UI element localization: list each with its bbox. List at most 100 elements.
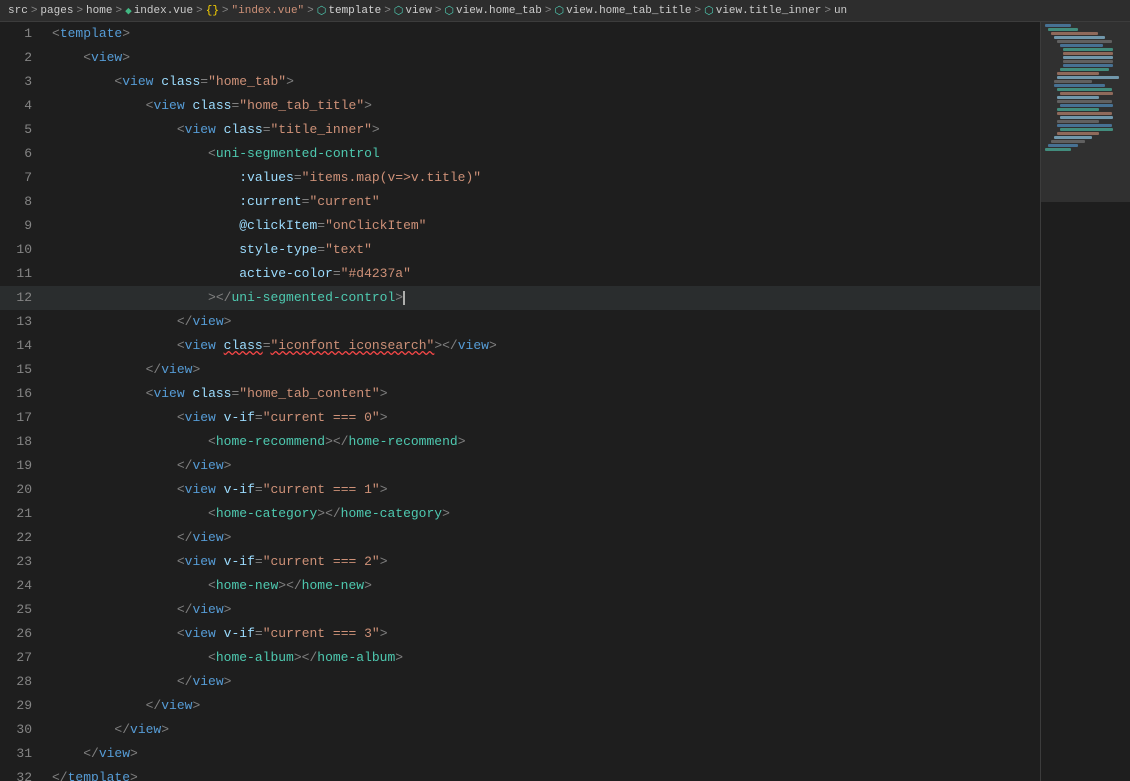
line-number: 26 xyxy=(0,622,48,646)
line-content: <home-album></home-album> xyxy=(48,646,1040,670)
token: "home_tab_title" xyxy=(239,98,364,113)
bc-pages[interactable]: pages xyxy=(40,5,73,17)
token: @clickItem xyxy=(239,218,317,233)
line-number: 21 xyxy=(0,502,48,526)
bc-home[interactable]: home xyxy=(86,5,112,17)
bc-view1[interactable]: view xyxy=(405,5,431,17)
minimap-line xyxy=(1063,60,1113,63)
token: </ xyxy=(177,530,193,545)
token: < xyxy=(177,626,185,641)
line-content: </view> xyxy=(48,358,1040,382)
token: :current xyxy=(239,194,301,209)
token: ></ xyxy=(325,434,348,449)
code-line-28: 28 </view> xyxy=(0,670,1040,694)
code-line-31: 31 </view> xyxy=(0,742,1040,766)
line-content: <view v-if="current === 3"> xyxy=(48,622,1040,646)
token: view xyxy=(192,674,223,689)
token: view xyxy=(161,362,192,377)
token: > xyxy=(224,458,232,473)
minimap-line xyxy=(1060,116,1113,119)
bc-index-vue[interactable]: index.vue xyxy=(134,5,193,17)
token: = xyxy=(255,410,263,425)
minimap-line xyxy=(1051,140,1085,143)
token: class xyxy=(192,98,231,113)
line-number: 29 xyxy=(0,694,48,718)
minimap-line xyxy=(1057,76,1119,79)
token: > xyxy=(458,434,466,449)
line-content: </view> xyxy=(48,694,1040,718)
token: "current === 3" xyxy=(263,626,380,641)
token: > xyxy=(192,362,200,377)
bc-view-home-tab[interactable]: view.home_tab xyxy=(456,5,542,17)
minimap-line xyxy=(1054,136,1092,139)
token: view xyxy=(185,626,216,641)
code-line-11: 11 active-color="#d4237a" xyxy=(0,262,1040,286)
token: home-new xyxy=(302,578,364,593)
line-content: active-color="#d4237a" xyxy=(48,262,1040,286)
token xyxy=(216,410,224,425)
code-line-21: 21 <home-category></home-category> xyxy=(0,502,1040,526)
minimap-line xyxy=(1057,72,1099,75)
token: view xyxy=(161,698,192,713)
bc-view-home-tab-title[interactable]: view.home_tab_title xyxy=(566,5,691,17)
line-content: </view> xyxy=(48,454,1040,478)
line-content: </view> xyxy=(48,742,1040,766)
token: ></ xyxy=(294,650,317,665)
bc-un[interactable]: un xyxy=(834,5,847,17)
token: = xyxy=(263,338,271,353)
token: > xyxy=(122,26,130,41)
line-number: 2 xyxy=(0,46,48,70)
minimap-line xyxy=(1057,112,1112,115)
line-content: <home-category></home-category> xyxy=(48,502,1040,526)
token xyxy=(216,482,224,497)
token: > xyxy=(364,98,372,113)
line-content: :current="current" xyxy=(48,190,1040,214)
line-number: 5 xyxy=(0,118,48,142)
minimap-line xyxy=(1048,144,1078,147)
token: view xyxy=(192,458,223,473)
token: </ xyxy=(177,602,193,617)
code-line-15: 15 </view> xyxy=(0,358,1040,382)
token: "items.map(v=>v.title)" xyxy=(302,170,481,185)
line-content: </view> xyxy=(48,718,1040,742)
token: v-if xyxy=(224,482,255,497)
token: "current === 2" xyxy=(263,554,380,569)
minimap-line xyxy=(1057,96,1099,99)
code-line-3: 3 <view class="home_tab"> xyxy=(0,70,1040,94)
token: > xyxy=(224,674,232,689)
line-content: <view v-if="current === 0"> xyxy=(48,406,1040,430)
minimap-line xyxy=(1045,148,1071,151)
line-number: 31 xyxy=(0,742,48,766)
token: < xyxy=(208,146,216,161)
code-line-6: 6 <uni-segmented-control xyxy=(0,142,1040,166)
minimap-line xyxy=(1060,92,1113,95)
code-line-19: 19 </view> xyxy=(0,454,1040,478)
line-content: <template> xyxy=(48,22,1040,46)
token: < xyxy=(177,554,185,569)
token: "text" xyxy=(325,242,372,257)
code-line-27: 27 <home-album></home-album> xyxy=(0,646,1040,670)
minimap[interactable] xyxy=(1040,22,1130,781)
bc-view-icon2: ⬡ xyxy=(444,4,454,18)
token: > xyxy=(380,386,388,401)
line-number: 15 xyxy=(0,358,48,382)
token xyxy=(216,122,224,137)
line-content: </view> xyxy=(48,670,1040,694)
bc-view-title-inner[interactable]: view.title_inner xyxy=(716,5,822,17)
token: > xyxy=(489,338,497,353)
line-content: ></uni-segmented-control> xyxy=(48,286,1040,310)
minimap-line xyxy=(1060,104,1113,107)
bc-template[interactable]: template xyxy=(328,5,381,17)
token: > xyxy=(130,746,138,761)
line-content: </template> xyxy=(48,766,1040,781)
line-number: 19 xyxy=(0,454,48,478)
code-editor[interactable]: 1<template>2 <view>3 <view class="home_t… xyxy=(0,22,1040,781)
line-number: 1 xyxy=(0,22,48,46)
line-number: 16 xyxy=(0,382,48,406)
bc-src[interactable]: src xyxy=(8,5,28,17)
line-number: 32 xyxy=(0,766,48,781)
token: ></ xyxy=(278,578,301,593)
token: = xyxy=(255,554,263,569)
token: view xyxy=(185,338,216,353)
code-line-10: 10 style-type="text" xyxy=(0,238,1040,262)
